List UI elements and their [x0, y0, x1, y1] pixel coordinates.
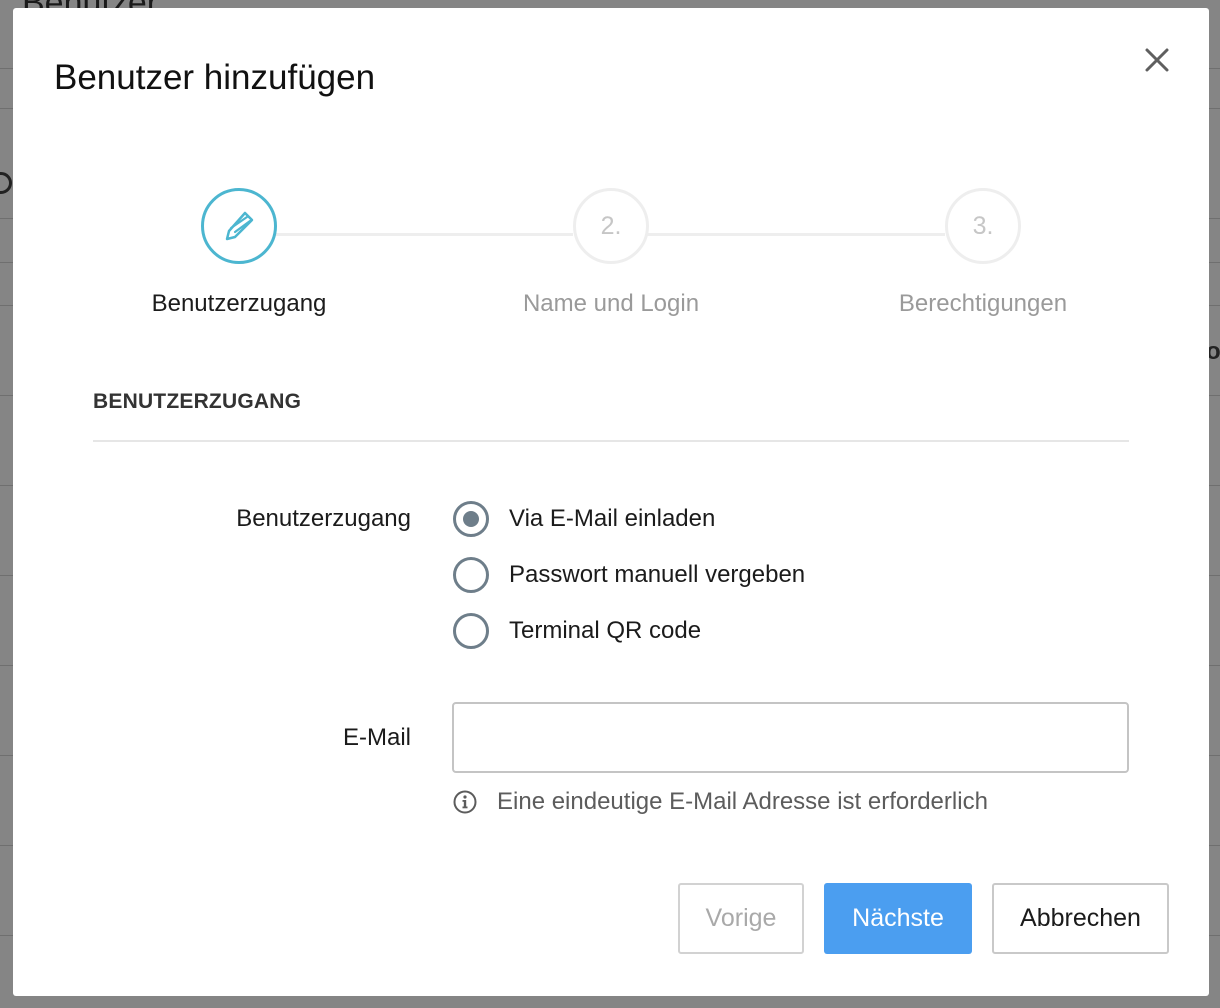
step-3-label: Berechtigungen — [898, 290, 1068, 317]
step-connector — [275, 233, 573, 236]
step-1-circle — [201, 188, 277, 264]
info-icon — [453, 790, 477, 814]
email-field[interactable] — [452, 702, 1129, 773]
step-3-circle: 3. — [945, 188, 1021, 264]
step-1-label: Benutzerzugang — [151, 290, 327, 317]
stepper: 2. 3. Benutzerzugang Name und Login Bere… — [13, 8, 1209, 348]
radio-label: Via E-Mail einladen — [509, 505, 716, 532]
previous-button[interactable]: Vorige — [678, 883, 804, 954]
radio-label: Terminal QR code — [509, 617, 702, 644]
radio-button[interactable] — [453, 557, 489, 593]
email-hint: Eine eindeutige E-Mail Adresse ist erfor… — [452, 788, 988, 816]
next-button[interactable]: Nächste — [824, 883, 972, 954]
step-2-number: 2. — [600, 211, 622, 240]
radio-button[interactable] — [453, 501, 489, 537]
section-title: BENUTZERZUGANG — [93, 390, 302, 413]
background-search-icon — [0, 172, 12, 194]
pencil-icon — [225, 211, 254, 241]
step-connector — [647, 233, 945, 236]
radio-option-terminal-qr[interactable]: Terminal QR code — [453, 611, 701, 651]
section-divider — [93, 440, 1129, 442]
cancel-button[interactable]: Abbrechen — [992, 883, 1169, 954]
step-3-number: 3. — [972, 211, 994, 240]
radio-option-email-invite[interactable]: Via E-Mail einladen — [453, 499, 715, 539]
add-user-dialog: Benutzer hinzufügen 2. 3. Benutzerzugang… — [13, 8, 1209, 996]
email-label: E-Mail — [342, 724, 411, 751]
access-label: Benutzerzugang — [236, 505, 411, 532]
radio-button[interactable] — [453, 613, 489, 649]
radio-option-manual-password[interactable]: Passwort manuell vergeben — [453, 555, 805, 595]
step-2-label: Name und Login — [522, 290, 700, 317]
radio-label: Passwort manuell vergeben — [509, 561, 806, 588]
step-2-circle: 2. — [573, 188, 649, 264]
radio-selected-dot — [463, 511, 479, 527]
email-hint-text: Eine eindeutige E-Mail Adresse ist erfor… — [497, 788, 988, 815]
